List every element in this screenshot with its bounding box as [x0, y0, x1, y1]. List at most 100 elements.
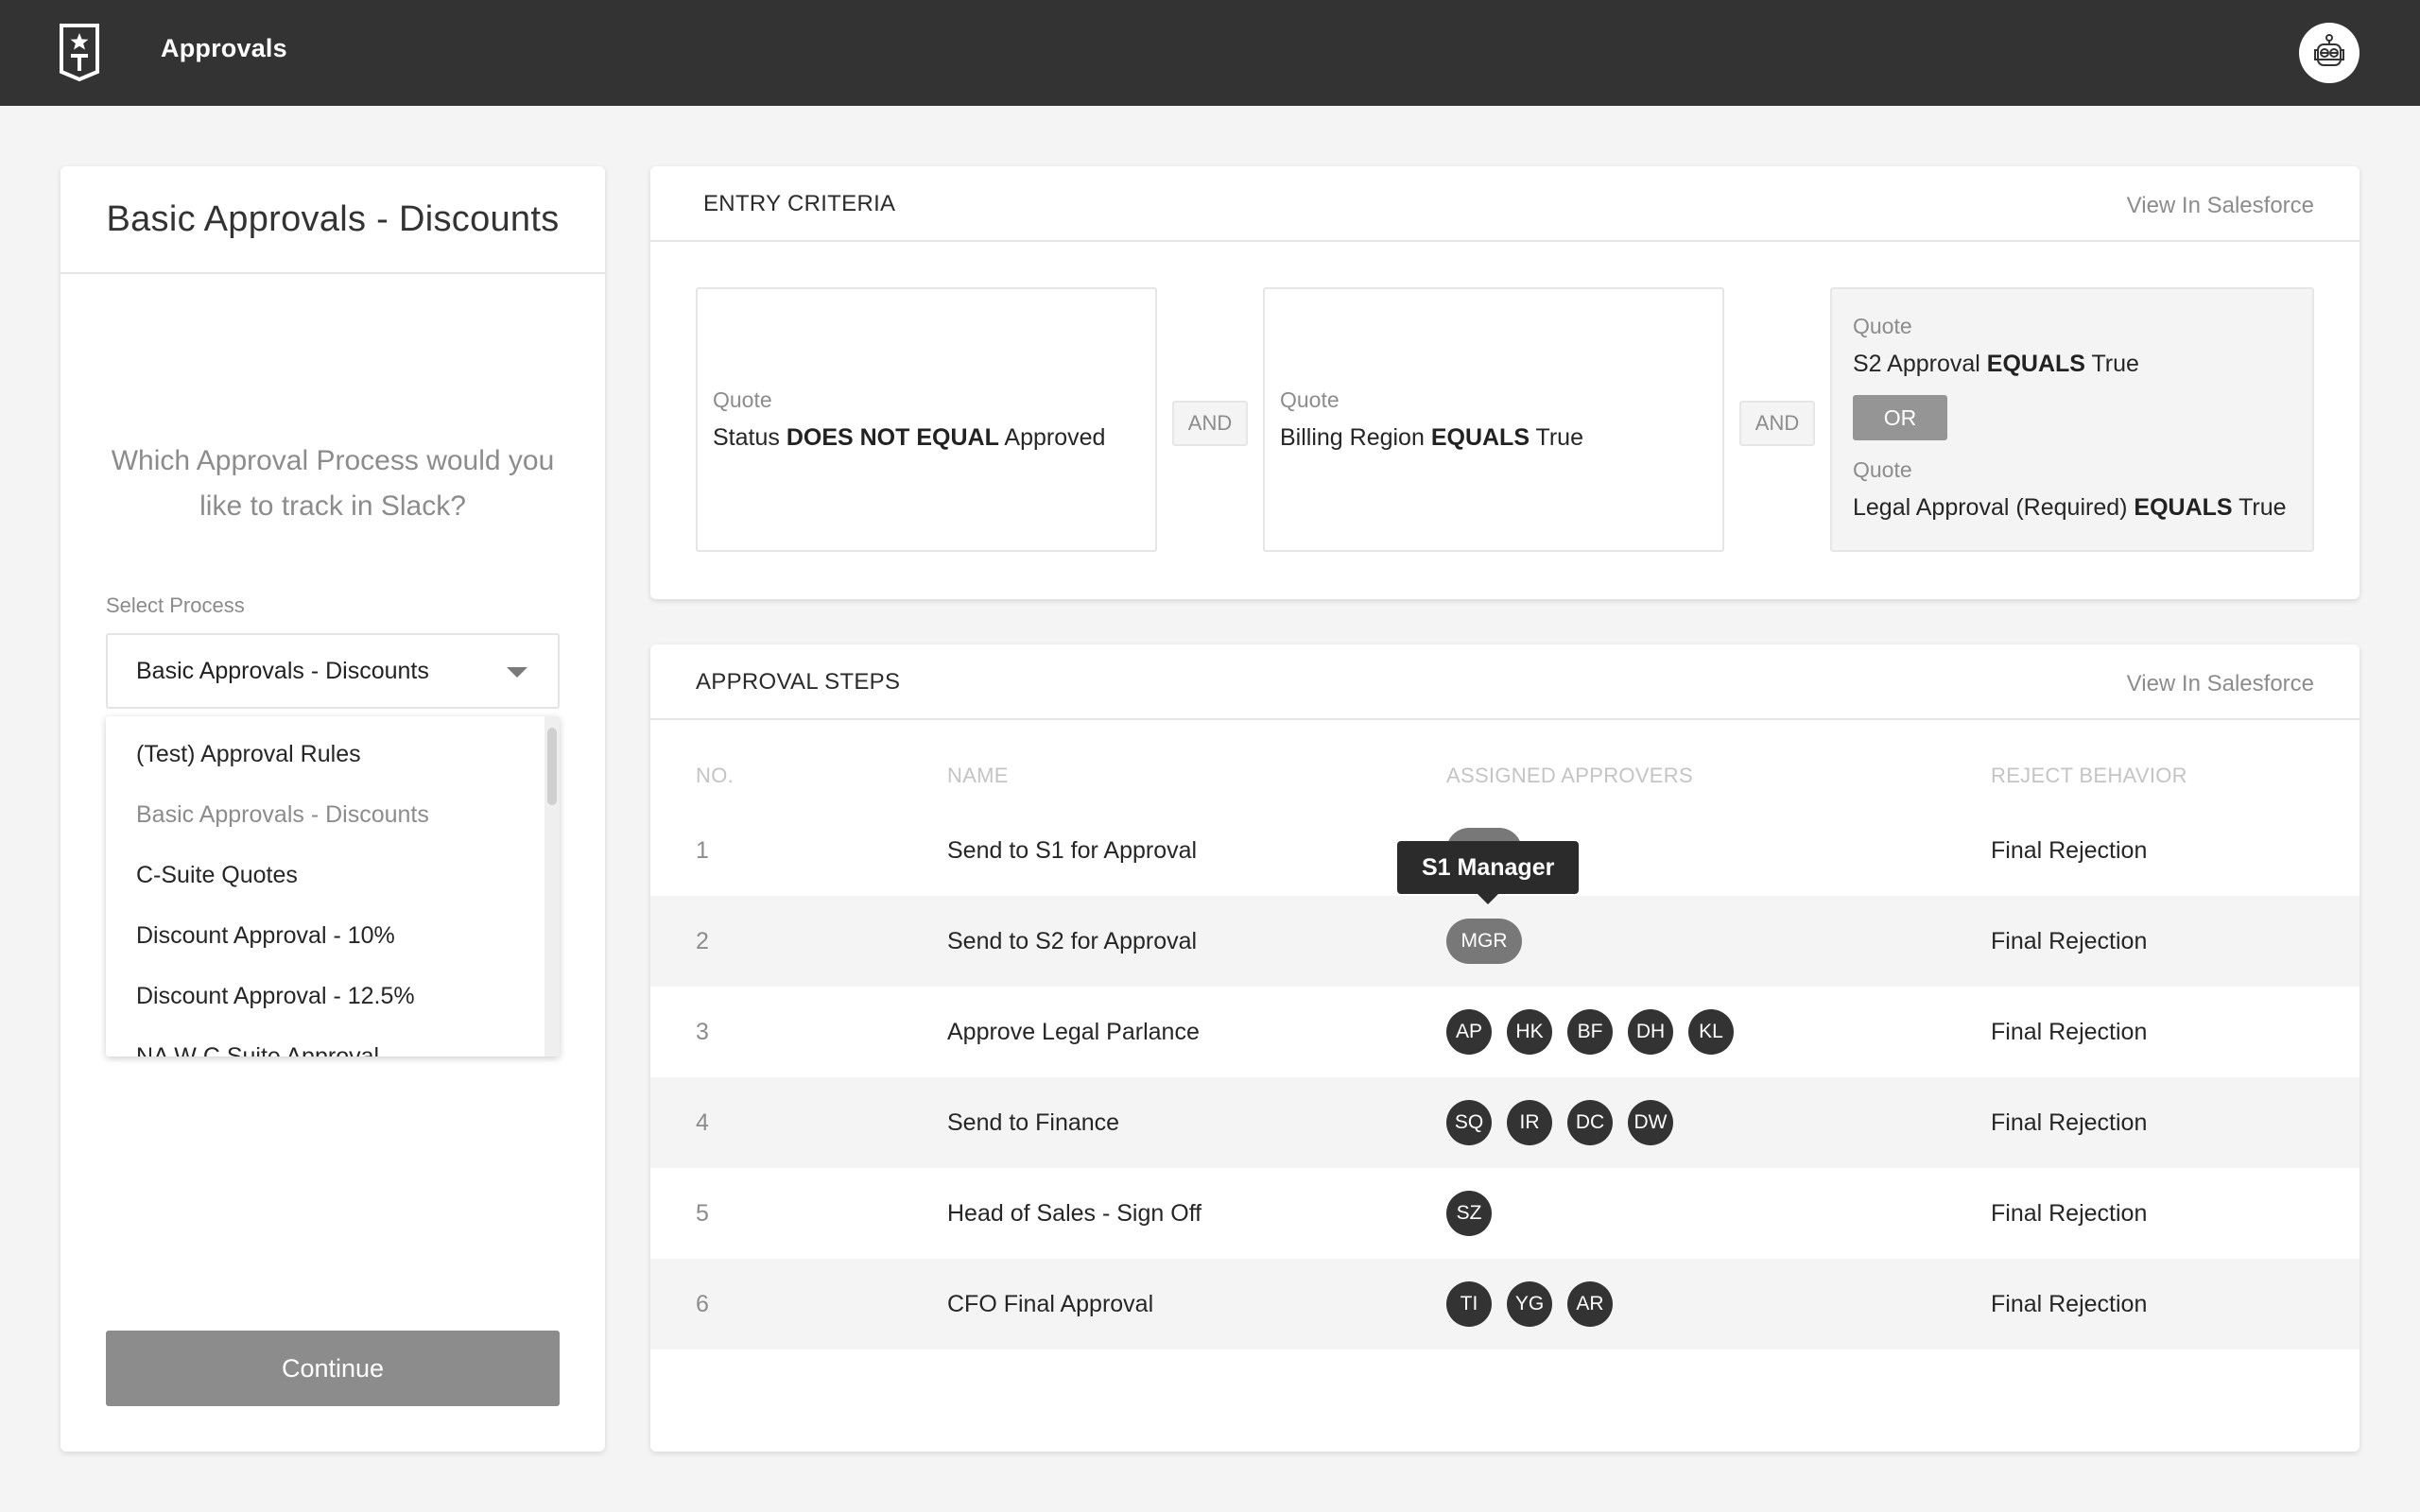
approver-tooltip: S1 Manager [1397, 841, 1580, 904]
step-name: Send to S2 for Approval [947, 927, 1198, 954]
tooltip-text: S1 Manager [1422, 853, 1555, 881]
criterion-condition: Status DOES NOT EQUAL Approved [713, 424, 1155, 452]
criterion-condition: Billing Region EQUALS True [1280, 424, 1722, 452]
entry-criteria-header: ENTRY CRITERIA View In Salesforce [650, 166, 2360, 242]
robot-icon[interactable] [2299, 23, 2360, 83]
approver-avatar[interactable]: DH [1628, 1009, 1673, 1055]
table-row[interactable]: 5 Head of Sales - Sign Off SZ Final Rejecti… [650, 1168, 2360, 1259]
criterion-value: True [2238, 494, 2287, 521]
process-dropdown-menu: (Test) Approval Rules Basic Approvals - D… [106, 716, 560, 1057]
entry-criteria-panel: ENTRY CRITERIA View In Salesforce Quote … [650, 166, 2360, 599]
criterion-condition: S2 Approval EQUALS True [1853, 351, 2312, 378]
assigned-approvers: SQ IR DC DW [1446, 1077, 1673, 1168]
approver-avatar[interactable]: BF [1567, 1009, 1613, 1055]
criterion-operator: DOES NOT EQUAL [786, 424, 999, 451]
process-select[interactable]: Basic Approvals - Discounts [106, 633, 560, 709]
selected-process-title: Basic Approvals - Discounts [60, 166, 605, 274]
step-name: Send to Finance [947, 1108, 1120, 1136]
assigned-approvers: MGR [1446, 896, 1522, 987]
step-number: 5 [696, 1199, 709, 1227]
approver-avatar[interactable]: KL [1688, 1009, 1734, 1055]
step-name: CFO Final Approval [947, 1290, 1154, 1317]
top-navigation-bar: Approvals [0, 0, 2420, 106]
criterion-object: Quote [713, 387, 772, 412]
criterion-field: Billing Region [1280, 424, 1425, 451]
approver-avatar[interactable]: YG [1507, 1281, 1552, 1327]
criterion-value: True [2091, 351, 2139, 377]
step-number: 2 [696, 927, 709, 954]
process-selector-panel: Basic Approvals - Discounts Which Approv… [60, 166, 605, 1452]
assigned-approvers: AP HK BF DH KL [1446, 987, 1734, 1077]
approval-steps-header: APPROVAL STEPS View In Salesforce [650, 644, 2360, 720]
tooltip-arrow [1477, 893, 1500, 904]
and-connector: AND [1739, 401, 1815, 446]
step-name: Send to S1 for Approval [947, 836, 1198, 864]
process-option[interactable]: (Test) Approval Rules [106, 724, 544, 784]
approver-avatar[interactable]: AR [1567, 1281, 1613, 1327]
criterion-object: Quote [1853, 457, 1912, 482]
process-option[interactable]: NA W C Suite Approval [106, 1026, 544, 1057]
reject-behavior: Final Rejection [1991, 1199, 2148, 1227]
table-row[interactable]: 2 Send to S2 for Approval MGR Final Rejecti… [650, 896, 2360, 987]
entry-criteria-view-in-salesforce-link[interactable]: View In Salesforce [2127, 193, 2314, 219]
criterion-card: Quote Billing Region EQUALS True [1263, 287, 1724, 552]
process-option[interactable]: Discount Approval - 10% [106, 905, 544, 966]
app-title: Approvals [161, 34, 287, 62]
criterion-value: True [1535, 424, 1583, 451]
dropdown-scrollbar-thumb[interactable] [547, 728, 557, 805]
process-option-list: (Test) Approval Rules Basic Approvals - D… [106, 724, 544, 1057]
column-header-no: NO. [696, 764, 735, 787]
process-select-value: Basic Approvals - Discounts [136, 657, 429, 684]
dropdown-scrollbar[interactable] [544, 716, 560, 1057]
criterion-card: Quote Status DOES NOT EQUAL Approved [696, 287, 1157, 552]
step-number: 3 [696, 1018, 709, 1045]
criterion-condition: Legal Approval (Required) EQUALS True [1853, 494, 2312, 522]
step-name: Approve Legal Parlance [947, 1018, 1200, 1045]
table-row[interactable]: 3 Approve Legal Parlance AP HK BF DH KL Final R… [650, 987, 2360, 1077]
approver-avatar[interactable]: TI [1446, 1281, 1492, 1327]
criterion-operator: EQUALS [1986, 351, 2085, 377]
or-connector: OR [1853, 395, 1947, 440]
assigned-approvers: SZ [1446, 1168, 1492, 1259]
approval-steps-panel: APPROVAL STEPS View In Salesforce NO. NA… [650, 644, 2360, 1452]
step-number: 4 [696, 1108, 709, 1136]
column-header-name: NAME [947, 764, 1009, 787]
criterion-field: Legal Approval (Required) [1853, 494, 2135, 521]
selection-prompt: Which Approval Process would you like to… [111, 445, 555, 522]
approver-avatar[interactable]: IR [1507, 1100, 1552, 1145]
step-number: 6 [696, 1290, 709, 1317]
continue-button[interactable]: Continue [106, 1331, 560, 1406]
criterion-object: Quote [1280, 387, 1340, 412]
and-connector: AND [1172, 401, 1248, 446]
process-option[interactable]: Discount Approval - 12.5% [106, 966, 544, 1026]
reject-behavior: Final Rejection [1991, 836, 2148, 864]
process-option[interactable]: Basic Approvals - Discounts [106, 784, 544, 845]
criterion-object: Quote [1853, 314, 1912, 338]
criterion-operator: EQUALS [1430, 424, 1530, 451]
approver-avatar[interactable]: DC [1567, 1100, 1613, 1145]
step-number: 1 [696, 836, 709, 864]
approver-avatar[interactable]: SZ [1446, 1191, 1492, 1236]
assigned-approvers: TI YG AR [1446, 1259, 1613, 1349]
step-name: Head of Sales - Sign Off [947, 1199, 1202, 1227]
column-header-reject-behavior: REJECT BEHAVIOR [1991, 764, 2187, 787]
table-row[interactable]: 4 Send to Finance SQ IR DC DW Final Rejection [650, 1077, 2360, 1168]
criterion-operator: EQUALS [2134, 494, 2233, 521]
entry-criteria-title: ENTRY CRITERIA [703, 191, 896, 216]
approval-steps-view-in-salesforce-link[interactable]: View In Salesforce [2127, 671, 2314, 697]
star-t-shield-icon[interactable] [59, 23, 100, 83]
table-header: NO. NAME ASSIGNED APPROVERS REJECT BEHAV… [650, 752, 2360, 799]
reject-behavior: Final Rejection [1991, 1018, 2148, 1045]
approver-avatar[interactable]: SQ [1446, 1100, 1492, 1145]
process-option[interactable]: C-Suite Quotes [106, 845, 544, 905]
criterion-value: Approved [1004, 424, 1106, 451]
caret-down-icon[interactable] [507, 667, 527, 678]
approval-steps-title: APPROVAL STEPS [696, 669, 901, 695]
table-row[interactable]: 6 CFO Final Approval TI YG AR Final Rejection [650, 1259, 2360, 1349]
approver-avatar[interactable]: DW [1628, 1100, 1673, 1145]
criterion-field: Status [713, 424, 780, 451]
or-criterion-group: Quote S2 Approval EQUALS True OR Quote L… [1830, 287, 2314, 552]
approver-role-badge[interactable]: MGR [1446, 919, 1522, 964]
approver-avatar[interactable]: AP [1446, 1009, 1492, 1055]
approver-avatar[interactable]: HK [1507, 1009, 1552, 1055]
